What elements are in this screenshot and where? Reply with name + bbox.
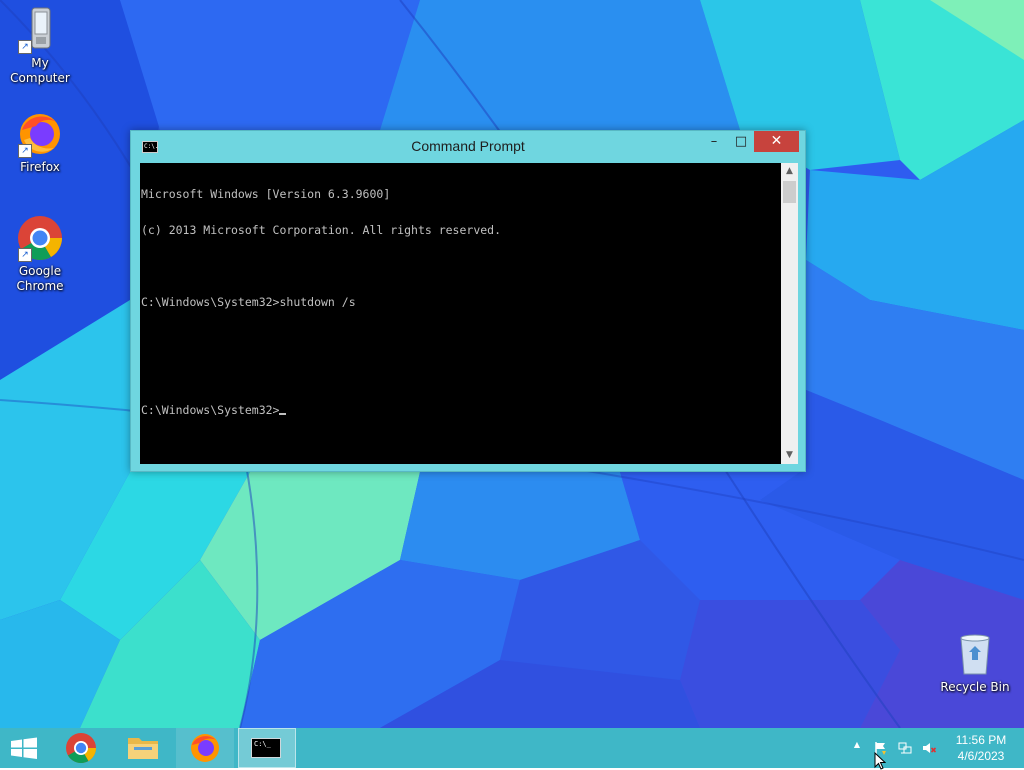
console-prompt-line[interactable]: C:\Windows\System32> — [141, 404, 780, 416]
scroll-up-button[interactable]: ▲ — [781, 163, 798, 180]
firefox-icon: ↗ — [16, 110, 64, 158]
console-line: (c) 2013 Microsoft Corporation. All righ… — [141, 223, 502, 237]
vertical-scrollbar[interactable]: ▲ ▼ — [781, 163, 798, 464]
console-output[interactable]: Microsoft Windows [Version 6.3.9600] (c)… — [140, 163, 781, 464]
taskbar-command-prompt[interactable]: C:\_ — [238, 728, 296, 768]
network-icon[interactable] — [897, 740, 913, 756]
desktop-icon-firefox[interactable]: ↗ Firefox — [0, 110, 80, 175]
console-line: C:\Windows\System32>shutdown /s — [141, 295, 356, 309]
volume-muted-icon[interactable] — [921, 740, 937, 756]
scroll-down-button[interactable]: ▼ — [781, 447, 798, 464]
chrome-icon — [66, 733, 96, 764]
mouse-pointer-icon — [874, 752, 886, 770]
taskbar-chrome[interactable] — [52, 728, 110, 768]
desktop-icon-label: Recycle Bin — [940, 680, 1010, 694]
desktop-icon-label: My Computer — [10, 56, 70, 85]
scroll-thumb[interactable] — [783, 181, 796, 203]
command-prompt-window[interactable]: C:\. Command Prompt – □ ✕ Microsoft Wind… — [130, 130, 806, 472]
console-prompt: C:\Windows\System32> — [141, 403, 280, 417]
desktop-icon-label: Firefox — [20, 160, 60, 174]
taskbar: C:\_ ▲ 11:56 PM 4/6/2023 — [0, 728, 1024, 768]
start-button[interactable] — [0, 728, 48, 768]
desktop-icon-my-computer[interactable]: ↗ My Computer — [0, 6, 80, 86]
taskbar-file-explorer[interactable] — [114, 728, 172, 768]
window-titlebar[interactable]: C:\. Command Prompt – □ ✕ — [131, 131, 805, 163]
shortcut-arrow-icon: ↗ — [18, 248, 32, 262]
shortcut-arrow-icon: ↗ — [18, 144, 32, 158]
system-tray: ▲ — [845, 728, 955, 768]
minimize-button[interactable]: – — [701, 131, 727, 152]
maximize-button[interactable]: □ — [728, 131, 754, 152]
clock-time: 11:56 PM — [955, 733, 1007, 747]
show-hidden-icons-button[interactable]: ▲ — [849, 740, 865, 756]
folder-icon — [128, 738, 158, 759]
cmd-icon: C:\_ — [251, 738, 281, 758]
desktop-icon-recycle-bin[interactable]: Recycle Bin — [935, 630, 1015, 695]
desktop-icon-google-chrome[interactable]: ↗ Google Chrome — [0, 214, 80, 294]
windows-logo-icon — [11, 737, 37, 759]
console-line: Microsoft Windows [Version 6.3.9600] — [141, 187, 391, 201]
my-computer-icon: ↗ — [16, 6, 64, 54]
text-cursor — [279, 413, 287, 415]
desktop-icon-label: Google Chrome — [16, 264, 64, 293]
desktop: ↗ My Computer ↗ Firefox ↗ Google Chrome … — [0, 0, 1024, 728]
cmd-icon-text: C:\_ — [254, 740, 271, 748]
taskbar-clock[interactable]: 11:56 PM 4/6/2023 — [950, 732, 1012, 764]
close-button[interactable]: ✕ — [754, 131, 799, 152]
clock-date: 4/6/2023 — [957, 749, 1005, 763]
recycle-bin-icon — [951, 630, 999, 678]
firefox-icon — [191, 734, 219, 762]
chrome-icon: ↗ — [16, 214, 64, 262]
taskbar-firefox[interactable] — [176, 728, 234, 768]
shortcut-arrow-icon: ↗ — [18, 40, 32, 54]
